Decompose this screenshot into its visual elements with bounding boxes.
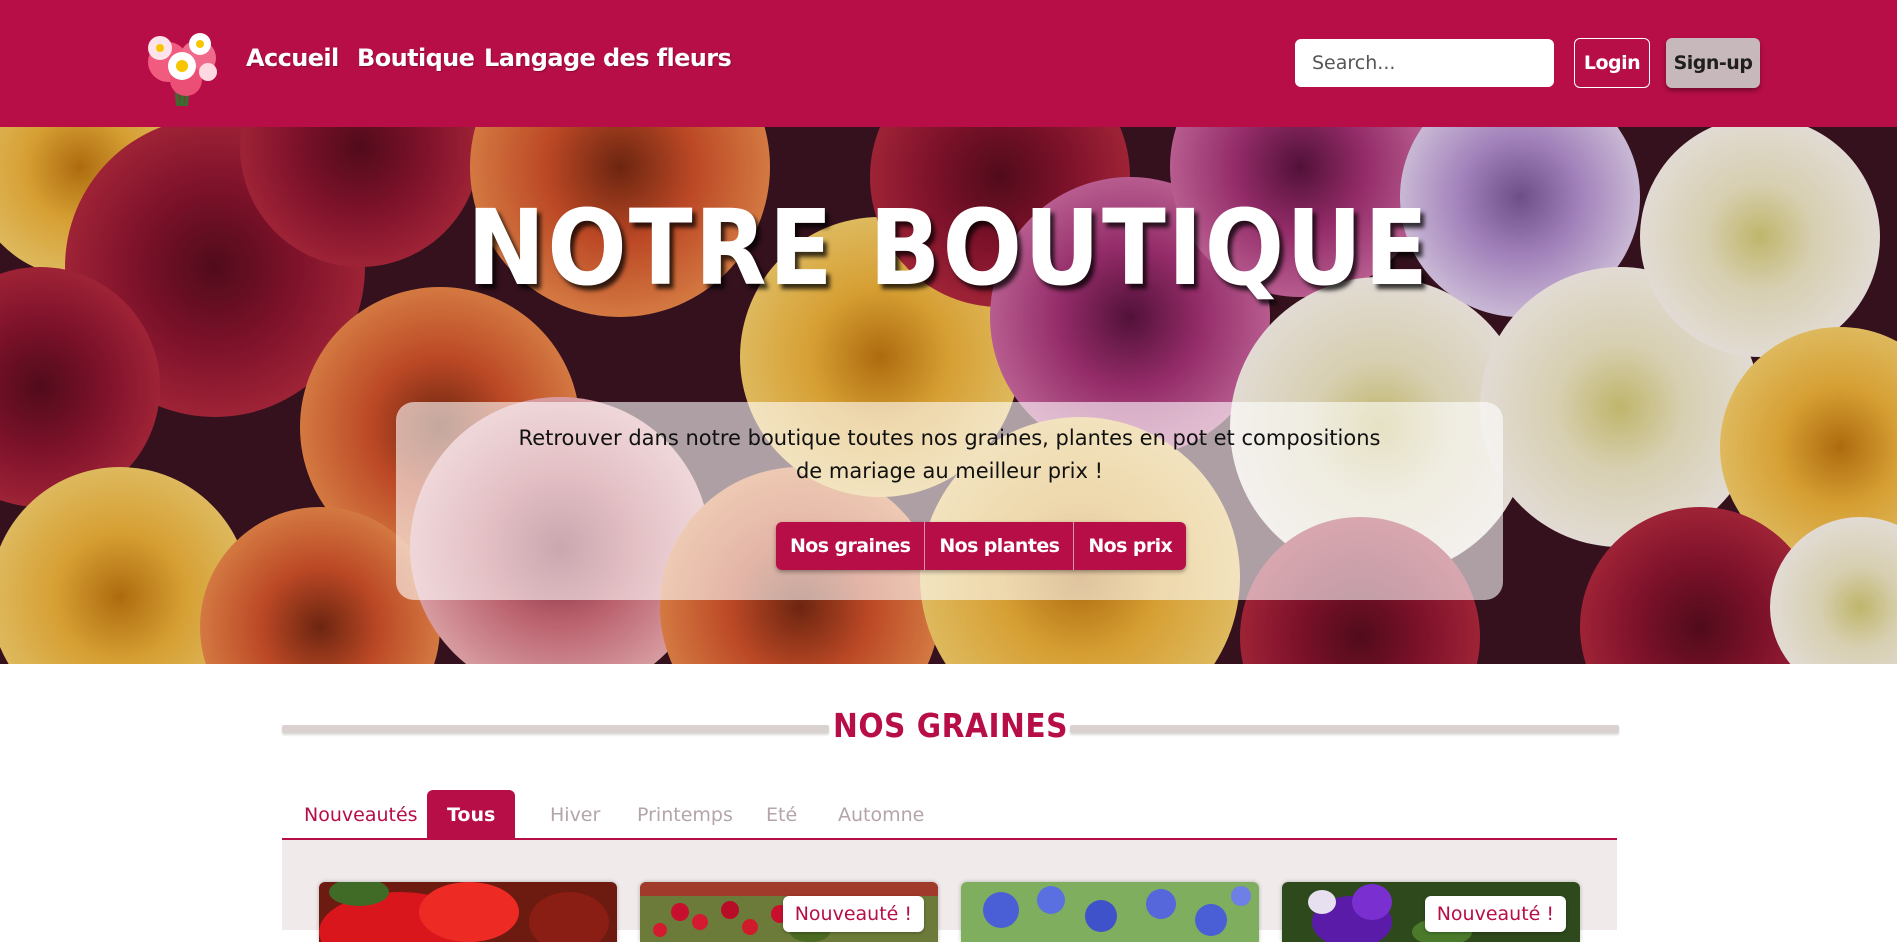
nav-link-accueil[interactable]: Accueil: [246, 44, 339, 72]
nav-link-boutique[interactable]: Boutique: [357, 44, 475, 72]
hero-title: NOTRE BOUTIQUE: [466, 187, 1431, 309]
nav-link-langage-des-fleurs[interactable]: Langage des fleurs: [484, 44, 732, 72]
tab-automne[interactable]: Automne: [818, 790, 944, 840]
nos-plantes-button[interactable]: Nos plantes: [925, 522, 1075, 570]
section-header: NOS GRAINES: [282, 700, 1619, 760]
nos-prix-button[interactable]: Nos prix: [1074, 522, 1187, 570]
tab-printemps[interactable]: Printemps: [617, 790, 753, 840]
hero-info-box: Retrouver dans notre boutique toutes nos…: [396, 402, 1503, 600]
product-grid: Nouveauté ! Nouveauté !: [282, 840, 1617, 942]
tab-nouveautes[interactable]: Nouveautés: [284, 790, 438, 840]
product-card[interactable]: [319, 882, 617, 942]
hero-description: Retrouver dans notre boutique toutes nos…: [518, 426, 1381, 483]
product-card[interactable]: [961, 882, 1259, 942]
red-amaryllis-image: [319, 882, 617, 942]
tab-tous[interactable]: Tous: [427, 790, 516, 840]
new-badge: Nouveauté !: [1424, 896, 1566, 932]
search-input[interactable]: [1295, 39, 1554, 87]
navbar: Accueil Boutique Langage des fleurs Logi…: [0, 0, 1897, 127]
hero-button-group: Nos graines Nos plantes Nos prix: [776, 522, 1187, 570]
tab-ete[interactable]: Eté: [746, 790, 817, 840]
nos-graines-button[interactable]: Nos graines: [776, 522, 926, 570]
section-title: NOS GRAINES: [832, 706, 1069, 745]
bouquet-logo-icon[interactable]: [138, 22, 226, 108]
login-button[interactable]: Login: [1574, 38, 1650, 88]
product-card[interactable]: Nouveauté !: [1282, 882, 1580, 942]
tab-hiver[interactable]: Hiver: [530, 790, 620, 840]
new-badge: Nouveauté !: [782, 896, 924, 932]
season-tabs: Nouveautés Tous Hiver Printemps Eté Auto…: [282, 790, 1617, 840]
product-card[interactable]: Nouveauté !: [640, 882, 938, 942]
blue-cornflowers-image: [961, 882, 1259, 942]
hero-banner: NOTRE BOUTIQUE Retrouver dans notre bout…: [0, 127, 1897, 664]
signup-button[interactable]: Sign-up: [1666, 38, 1760, 88]
